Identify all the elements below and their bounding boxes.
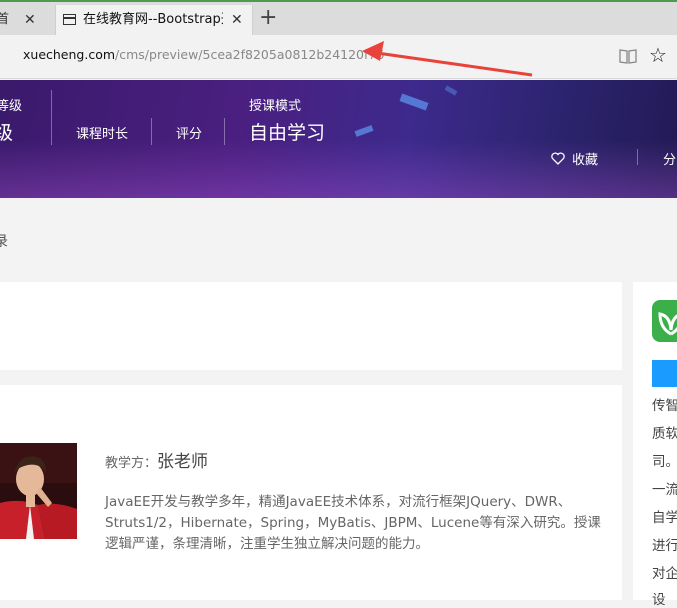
sidebar-text-line: 传智 bbox=[652, 398, 677, 414]
level-value: 级 bbox=[0, 122, 14, 144]
divider bbox=[224, 118, 225, 145]
mode-value: 自由学习 bbox=[249, 122, 326, 144]
url-field[interactable]: xuecheng.com/cms/preview/5cea2f8205a0812… bbox=[23, 47, 384, 62]
browser-tab-active[interactable]: 在线教育网--Bootstrap开 ✕ bbox=[55, 5, 253, 37]
teacher-label: 教学方： bbox=[105, 456, 158, 471]
browser-tab-inactive[interactable]: 首 ✕ bbox=[0, 5, 52, 37]
reading-view-icon[interactable] bbox=[619, 48, 637, 64]
course-info-panel bbox=[0, 282, 622, 370]
close-icon[interactable]: ✕ bbox=[231, 5, 243, 35]
duration-label: 课程时长 bbox=[76, 127, 129, 142]
tab-title: 在线教育网--Bootstrap开 bbox=[83, 12, 223, 27]
banner-shard bbox=[444, 85, 458, 96]
annotation-arrow-icon bbox=[362, 41, 533, 77]
teacher-avatar bbox=[0, 443, 77, 539]
sidebar-text-line: 进行 bbox=[652, 538, 677, 554]
heart-icon bbox=[551, 152, 565, 165]
divider bbox=[51, 90, 52, 145]
teacher-description: JavaEE开发与教学多年，精通JavaEE技术体系，对流行框架JQuery、D… bbox=[105, 494, 601, 552]
browser-tab-bar: 首 ✕ 在线教育网--Bootstrap开 ✕ + bbox=[0, 0, 677, 37]
sidebar-action-button[interactable] bbox=[652, 360, 677, 387]
page-icon bbox=[63, 14, 76, 25]
divider bbox=[637, 149, 638, 165]
new-tab-icon[interactable]: + bbox=[259, 4, 277, 32]
divider bbox=[151, 118, 152, 145]
url-host: xuecheng.com bbox=[23, 47, 116, 62]
sidebar-text-line: 对企 bbox=[652, 566, 677, 582]
close-icon[interactable]: ✕ bbox=[24, 5, 36, 35]
sidebar-text-line: 自学 bbox=[652, 510, 677, 526]
address-bar[interactable]: xuecheng.com/cms/preview/5cea2f8205a0812… bbox=[0, 35, 677, 79]
breadcrumb[interactable]: 录 bbox=[0, 231, 8, 251]
banner-shard bbox=[354, 125, 374, 137]
sidebar-text-line: 司。 bbox=[652, 454, 677, 470]
course-banner: 等级 级 课程时长 评分 授课模式 自由学习 收藏 分 bbox=[0, 80, 677, 198]
favorite-label: 收藏 bbox=[572, 153, 599, 168]
leaf-logo-icon bbox=[658, 312, 677, 336]
level-label: 等级 bbox=[0, 99, 23, 114]
school-logo bbox=[652, 300, 677, 342]
sidebar-text-line: 设 bbox=[652, 592, 666, 608]
teacher-name-line: 教学方：张老师 bbox=[105, 447, 208, 472]
favorite-star-icon[interactable]: ☆ bbox=[649, 44, 667, 66]
sidebar-text-line: 质软 bbox=[652, 426, 677, 442]
rating-label: 评分 bbox=[176, 127, 203, 142]
sidebar-text-line: 一流 bbox=[652, 482, 677, 498]
tab-title: 首 bbox=[0, 12, 10, 27]
banner-shard bbox=[399, 93, 429, 111]
teacher-name: 张老师 bbox=[157, 452, 209, 472]
mode-label: 授课模式 bbox=[249, 99, 302, 114]
share-button[interactable]: 分 bbox=[663, 149, 676, 168]
